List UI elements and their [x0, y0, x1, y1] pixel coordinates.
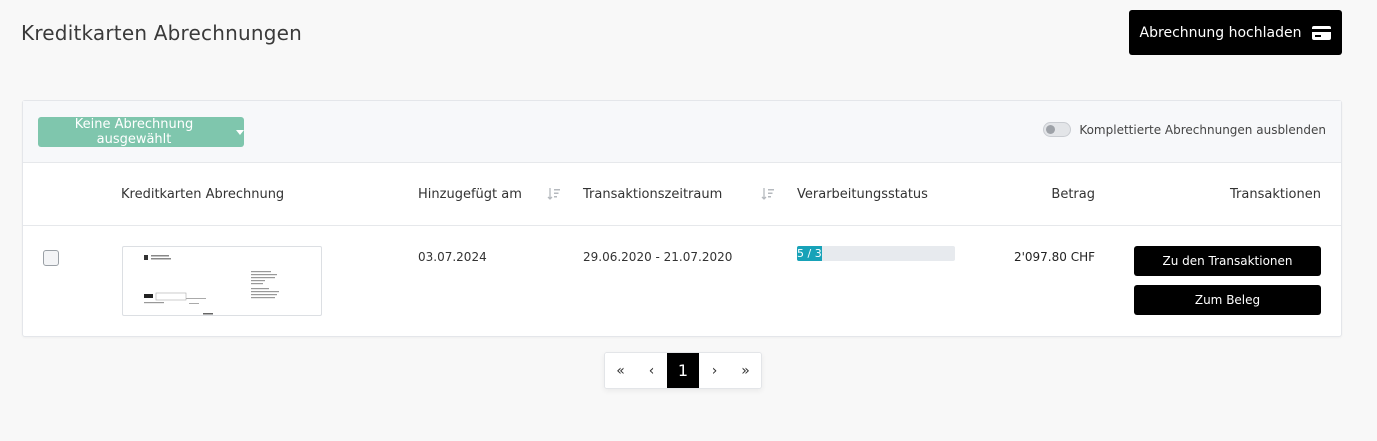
statements-card: Keine Abrechnung ausgewählt Komplettiert…	[22, 100, 1342, 337]
column-header-added: Hinzugefügt am	[418, 187, 522, 202]
transaction-period: 29.06.2020 - 21.07.2020	[583, 250, 733, 264]
progress-fill: 5 / 32	[797, 246, 822, 261]
added-date: 03.07.2024	[418, 250, 487, 264]
hide-completed-label: Komplettierte Abrechnungen ausblenden	[1079, 122, 1326, 137]
upload-button-label: Abrechnung hochladen	[1139, 24, 1302, 41]
document-preview-image	[144, 255, 279, 315]
row-checkbox[interactable]	[43, 250, 59, 266]
processing-progress-bar: 5 / 32	[797, 246, 955, 261]
column-header-period: Transaktionszeitraum	[583, 187, 723, 202]
pagination: « ‹ 1 › »	[604, 352, 762, 389]
column-header-amount: Betrag	[1051, 187, 1095, 202]
statement-select-label: Keine Abrechnung ausgewählt	[74, 117, 194, 147]
statement-select-dropdown[interactable]: Keine Abrechnung ausgewählt	[38, 117, 244, 147]
hide-completed-toggle[interactable]	[1043, 122, 1072, 137]
sort-icon[interactable]	[547, 187, 561, 201]
card-header: Keine Abrechnung ausgewählt Komplettiert…	[23, 101, 1341, 163]
page-title: Kreditkarten Abrechnungen	[21, 21, 303, 45]
table-header: Kreditkarten Abrechnung Hinzugefügt am T…	[23, 163, 1341, 226]
credit-card-icon	[1312, 25, 1332, 40]
pagination-prev[interactable]: ‹	[636, 353, 667, 388]
table-row: 03.07.2024 29.06.2020 - 21.07.2020 5 / 3…	[23, 226, 1341, 336]
to-receipt-button[interactable]: Zum Beleg	[1134, 285, 1321, 315]
upload-statement-button[interactable]: Abrechnung hochladen	[1129, 10, 1342, 55]
column-header-statement: Kreditkarten Abrechnung	[121, 187, 285, 202]
column-header-status: Verarbeitungsstatus	[797, 187, 928, 202]
pagination-last[interactable]: »	[730, 353, 761, 388]
sort-icon[interactable]	[761, 187, 775, 201]
pagination-first[interactable]: «	[605, 353, 636, 388]
hide-completed-toggle-group: Komplettierte Abrechnungen ausblenden	[1043, 122, 1326, 137]
pagination-next[interactable]: ›	[699, 353, 730, 388]
caret-down-icon	[236, 129, 244, 135]
pagination-page-current[interactable]: 1	[667, 353, 699, 388]
statement-thumbnail[interactable]	[122, 246, 322, 316]
amount-value: 2'097.80 CHF	[1013, 250, 1095, 264]
to-transactions-button[interactable]: Zu den Transaktionen	[1134, 246, 1321, 276]
toggle-knob	[1046, 125, 1056, 134]
column-header-transactions: Transaktionen	[1230, 187, 1321, 202]
